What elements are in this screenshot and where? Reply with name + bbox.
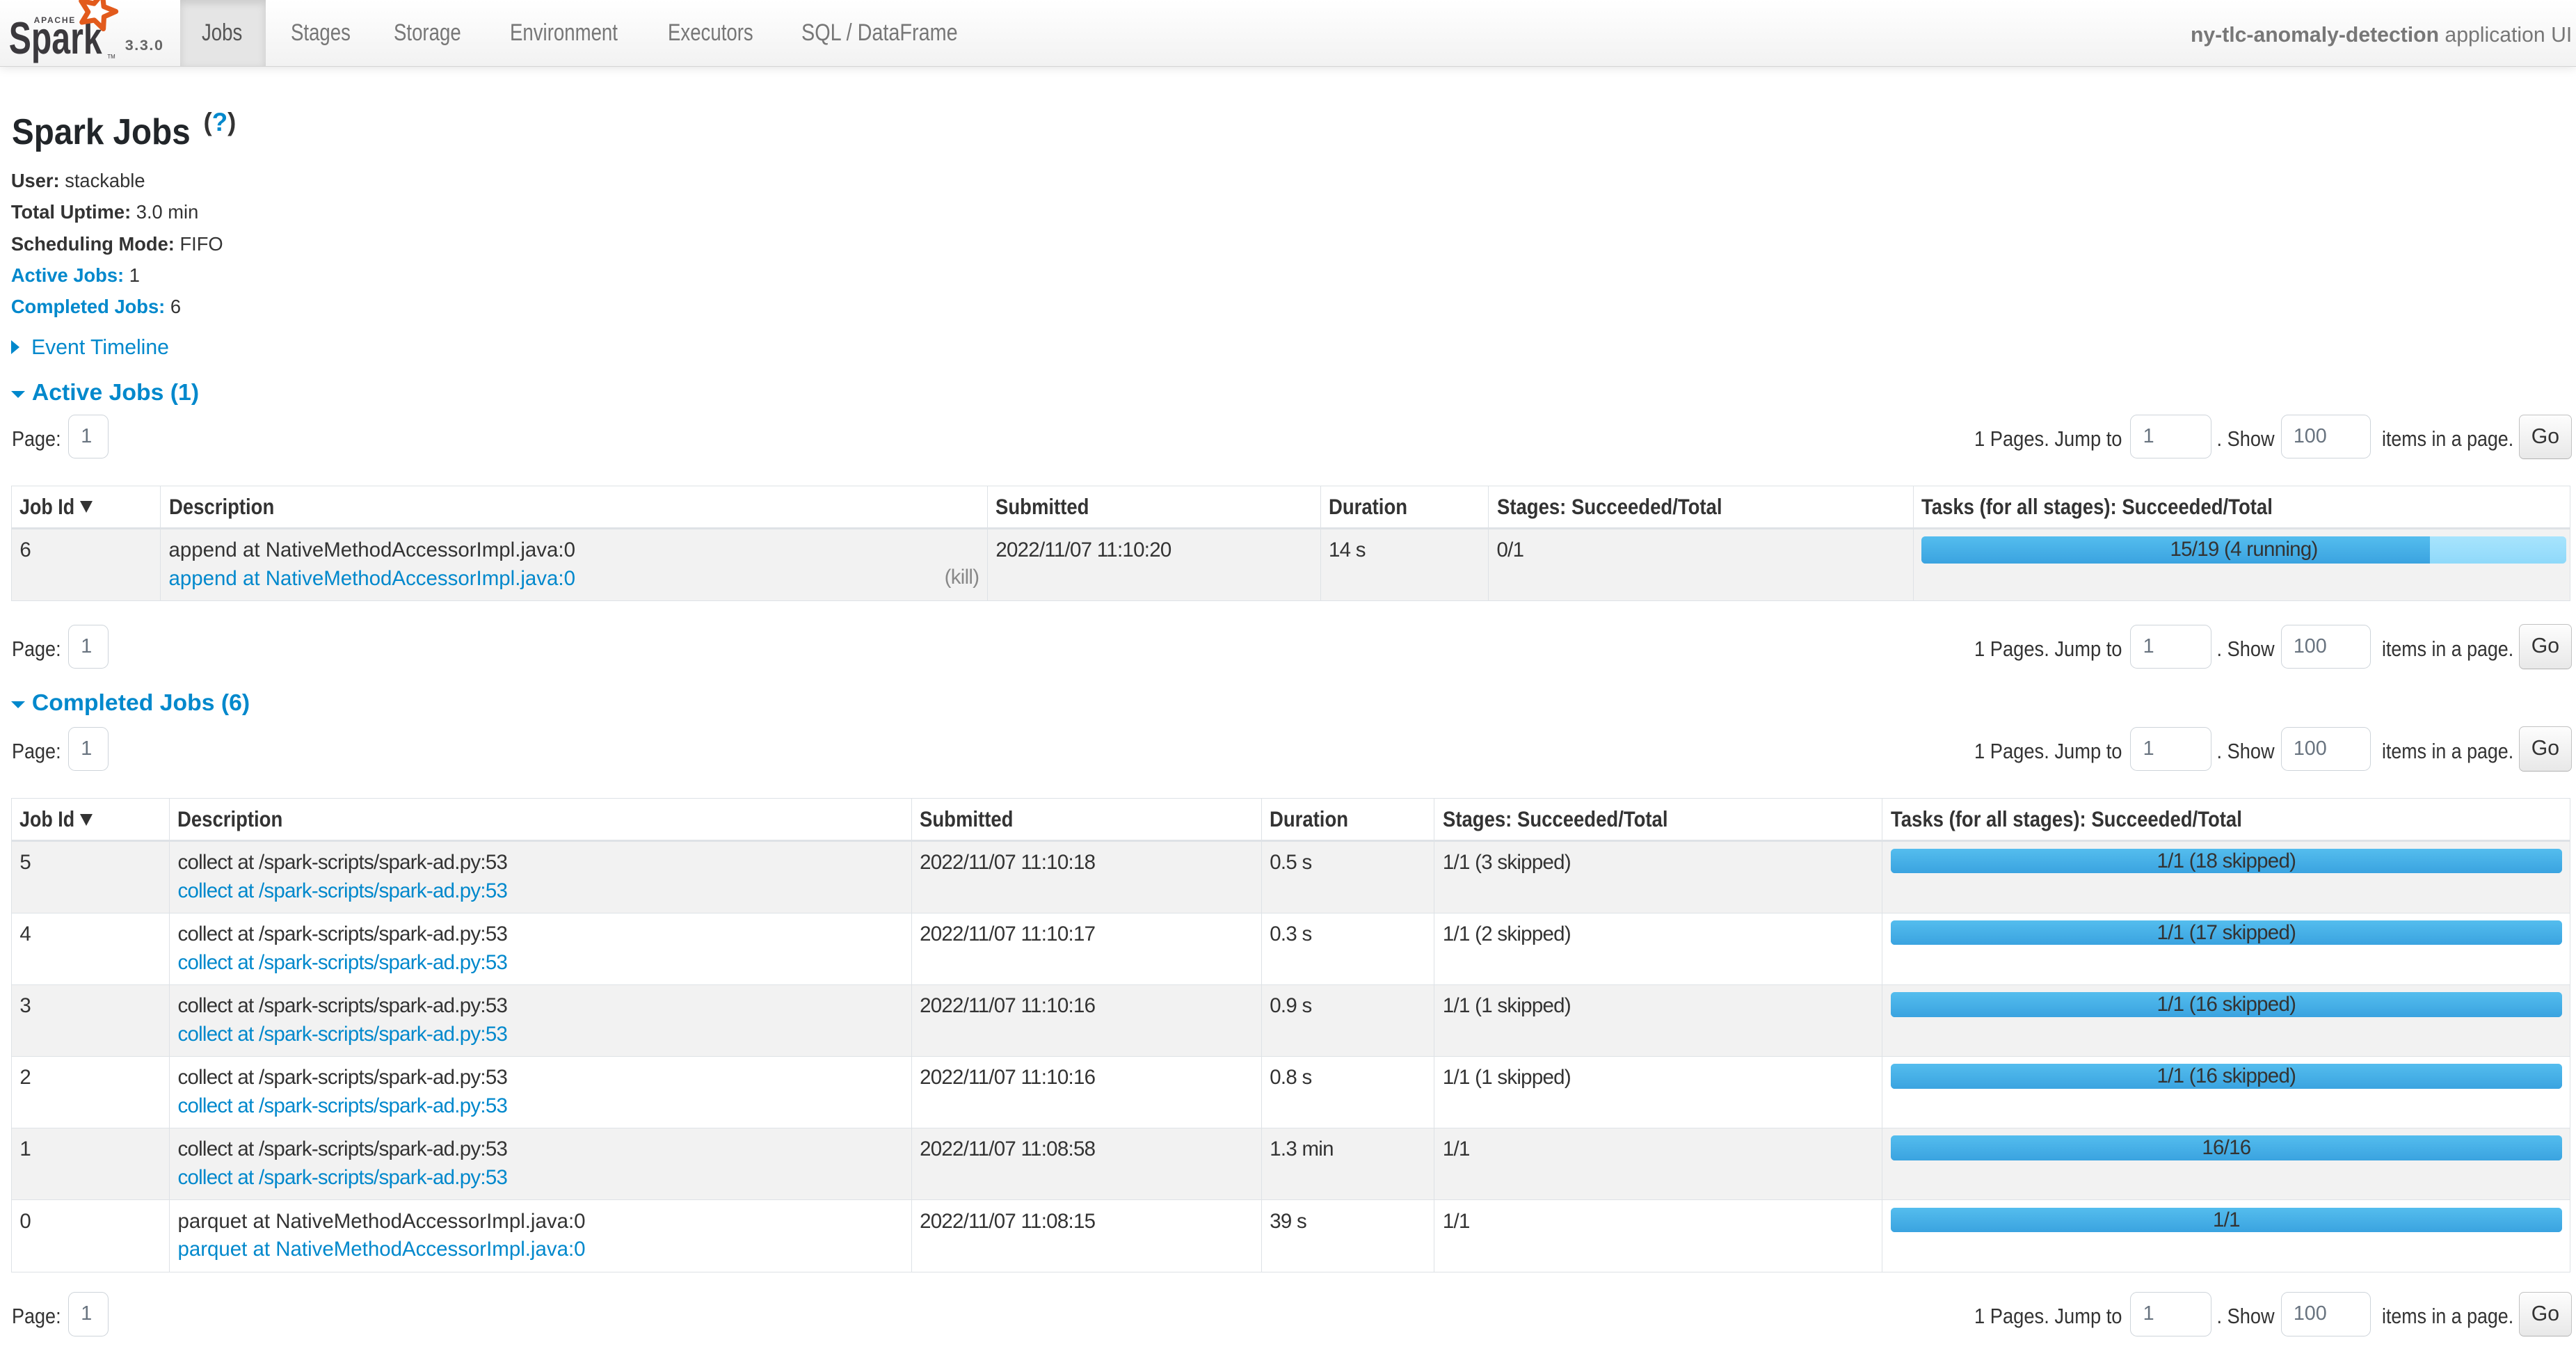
svg-text:TM: TM xyxy=(107,54,115,60)
